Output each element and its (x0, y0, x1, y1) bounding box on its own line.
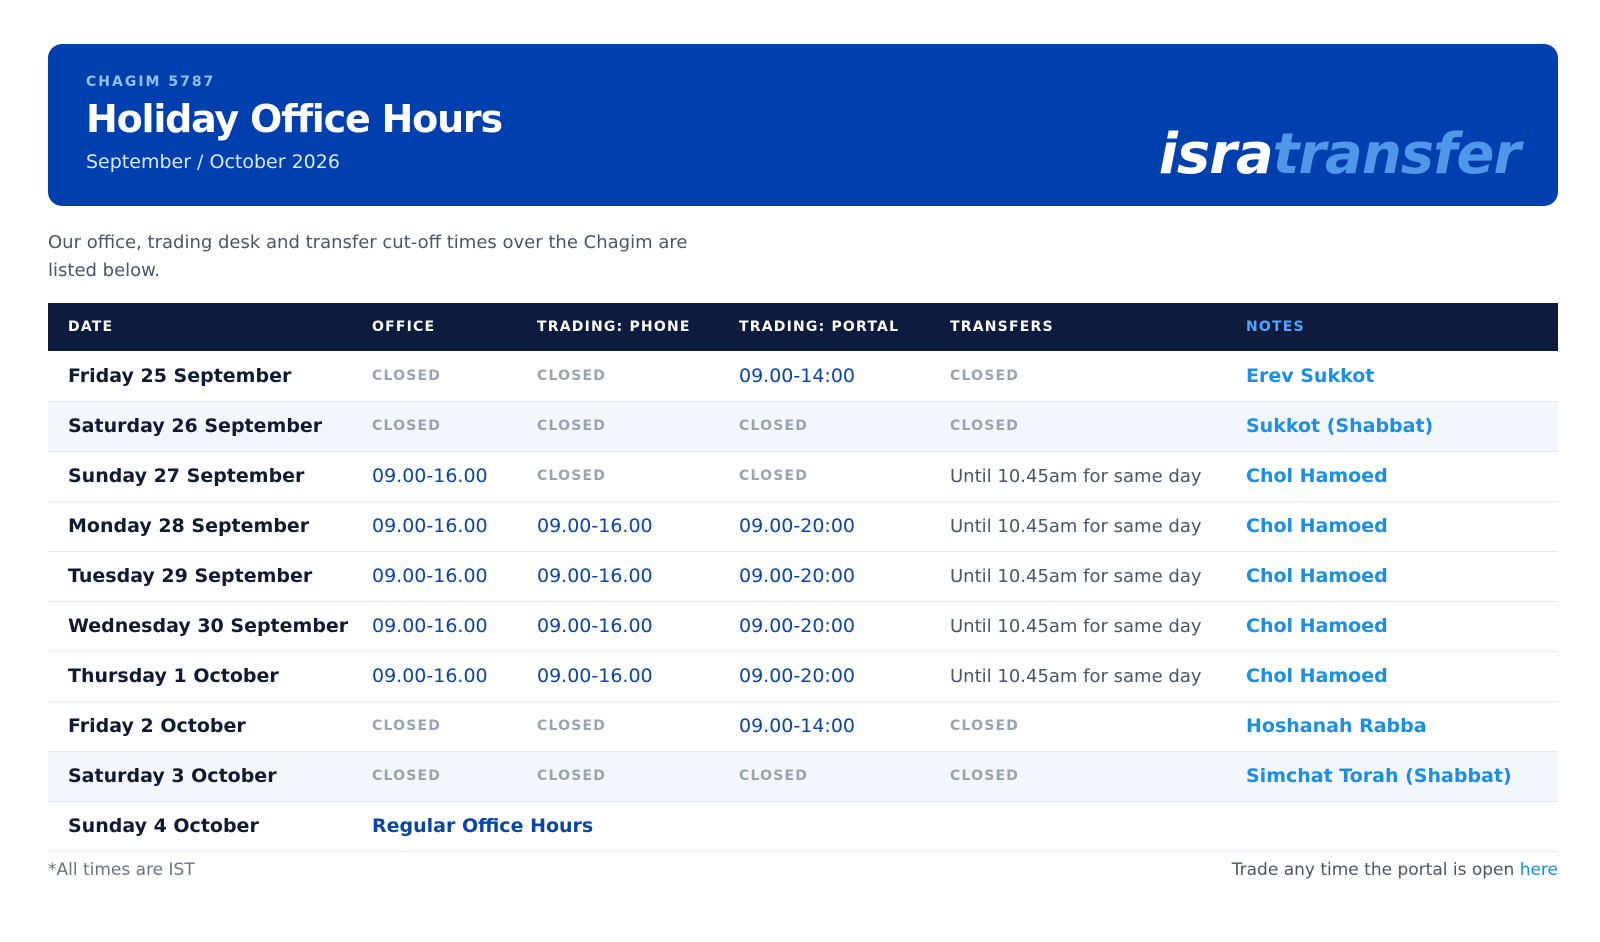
banner-eyebrow: CHAGIM 5787 (86, 74, 216, 90)
cell-trading-phone: 09.00-16.00 (537, 665, 653, 687)
header-trading-portal: TRADING: PORTAL (739, 319, 900, 335)
cell-regular-hours: Regular Office Hours (372, 815, 594, 837)
cell-date: Wednesday 30 September (68, 615, 349, 637)
cell-trading-portal: CLOSED (739, 418, 809, 434)
cell-date: Friday 25 September (68, 364, 292, 387)
table-row: Sunday 4 October Regular Office Hours (48, 801, 1558, 851)
cell-trading-phone: CLOSED (537, 768, 607, 784)
table-row: Tuesday 29 September 09.00-16.00 09.00-16.… (48, 551, 1558, 601)
cell-office: 09.00-16.00 (372, 515, 488, 537)
page-title: Holiday Office Hours (86, 97, 503, 141)
cell-notes: Chol Hamoed (1246, 465, 1388, 487)
cell-trading-portal: 09.00-14:00 (739, 715, 856, 737)
table-row: Monday 28 September 09.00-16.00 09.00-16.0… (48, 501, 1558, 551)
cell-trading-portal: 09.00-14:00 (739, 364, 856, 387)
cell-date: Sunday 27 September (68, 465, 305, 487)
header-office: OFFICE (372, 319, 436, 335)
cell-transfers: Until 10.45am for same day (950, 565, 1202, 587)
cell-trading-portal: CLOSED (739, 768, 809, 784)
cell-date: Saturday 26 September (68, 415, 323, 437)
table-row: Saturday 3 October CLOSED CLOSED CLOSED CLOS… (48, 751, 1558, 801)
logo-part-transfer: transfer (1272, 122, 1521, 187)
intro-text: Our office, trading desk and transfer cu… (48, 232, 688, 281)
cell-transfers: Until 10.45am for same day (950, 515, 1202, 537)
page-subtitle: September / October 2026 (86, 151, 340, 173)
cell-notes: Hoshanah Rabba (1246, 715, 1427, 737)
cell-trading-phone: 09.00-16.00 (537, 565, 653, 587)
cell-transfers: CLOSED (950, 768, 1020, 784)
cell-transfers: Until 10.45am for same day (950, 465, 1202, 487)
cell-office: 09.00-16.00 (372, 565, 488, 587)
cell-date: Friday 2 October (68, 715, 246, 737)
isratransfer-logo: isratransfer (1158, 122, 1521, 187)
cell-notes: Sukkot (Shabbat) (1246, 415, 1434, 437)
table-row: Friday 2 October CLOSED CLOSED 09.00-14:00 C… (48, 701, 1558, 751)
cell-date: Tuesday 29 September (68, 565, 313, 587)
cell-office: CLOSED (372, 418, 442, 434)
cell-date: Saturday 3 October (68, 765, 277, 787)
hours-table: DATE OFFICE TRADING: PHONE TRADING: PORT… (48, 303, 1558, 852)
cell-date: Monday 28 September (68, 515, 310, 537)
table-header-row: DATE OFFICE TRADING: PHONE TRADING: PORT… (48, 303, 1558, 351)
cell-notes: Chol Hamoed (1246, 515, 1388, 537)
table-row: Thursday 1 October 09.00-16.00 09.00-16.00… (48, 651, 1558, 701)
table-row: Wednesday 30 September 09.00-16.00 09.00-1… (48, 601, 1558, 651)
cell-notes: Chol Hamoed (1246, 565, 1388, 587)
cell-office: 09.00-16.00 (372, 615, 488, 637)
cell-office: CLOSED (372, 718, 442, 734)
cell-office: CLOSED (372, 367, 442, 384)
cell-transfers: CLOSED (950, 718, 1020, 734)
cell-trading-portal: 09.00-20:00 (739, 665, 856, 687)
cell-notes: Simchat Torah (Shabbat) (1246, 765, 1512, 787)
table-body: Friday 25 September CLOSED CLOSED 09.00-14:… (48, 351, 1558, 851)
cell-trading-portal: 09.00-20:00 (739, 565, 856, 587)
header-date: DATE (68, 319, 114, 335)
portal-callout: Trade any time the portal is open here (1232, 860, 1558, 880)
table-row: Sunday 27 September 09.00-16.00 CLOSED CLOS… (48, 451, 1558, 501)
logo-part-isra: isra (1158, 122, 1274, 187)
cell-trading-portal: 09.00-20:00 (739, 615, 856, 637)
timezone-note: *All times are IST (48, 860, 195, 880)
header-transfers: TRANSFERS (950, 319, 1054, 335)
cell-trading-phone: CLOSED (537, 418, 607, 434)
cell-transfers: CLOSED (950, 367, 1020, 384)
cell-trading-portal: 09.00-20:00 (739, 515, 856, 537)
cell-notes: Chol Hamoed (1246, 615, 1388, 637)
portal-callout-text: Trade any time the portal is open (1231, 860, 1515, 880)
cell-trading-phone: CLOSED (537, 718, 607, 734)
cell-trading-phone: 09.00-16.00 (537, 615, 653, 637)
cell-trading-phone: 09.00-16.00 (537, 515, 653, 537)
header-notes: NOTES (1246, 319, 1305, 335)
cell-notes: Erev Sukkot (1246, 364, 1375, 387)
cell-office: CLOSED (372, 768, 442, 784)
cell-transfers: Until 10.45am for same day (950, 615, 1202, 637)
cell-date: Sunday 4 October (68, 815, 259, 837)
cell-notes: Chol Hamoed (1246, 665, 1388, 687)
cell-date: Thursday 1 October (68, 665, 279, 687)
table-row: Friday 25 September CLOSED CLOSED 09.00-14:… (48, 351, 1558, 401)
cell-trading-phone: CLOSED (537, 367, 607, 384)
portal-link[interactable]: here (1520, 860, 1558, 880)
table-row: Saturday 26 September CLOSED CLOSED CLOSED C… (48, 401, 1558, 451)
cell-trading-portal: CLOSED (739, 468, 809, 484)
cell-office: 09.00-16.00 (372, 465, 488, 487)
header-trading-phone: TRADING: PHONE (537, 319, 691, 335)
footer: *All times are IST Trade any time the po… (48, 860, 1558, 880)
cell-trading-phone: CLOSED (537, 468, 607, 484)
page: CHAGIM 5787 Holiday Office Hours Septemb… (48, 44, 1558, 880)
cell-transfers: CLOSED (950, 418, 1020, 434)
cell-office: 09.00-16.00 (372, 665, 488, 687)
cell-transfers: Until 10.45am for same day (950, 665, 1202, 687)
header-banner: CHAGIM 5787 Holiday Office Hours Septemb… (48, 44, 1558, 206)
